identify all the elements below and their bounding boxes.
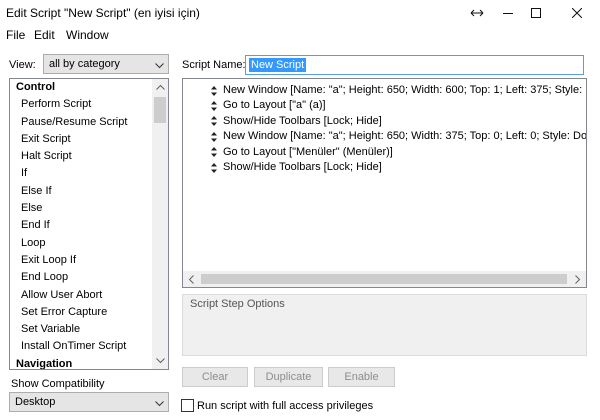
window-title: Edit Script "New Script" (en iyisi için) <box>6 6 200 20</box>
scroll-down-icon[interactable] <box>152 353 168 369</box>
scroll-right-icon[interactable] <box>570 271 586 287</box>
list-item[interactable]: End If <box>10 217 153 234</box>
list-item[interactable]: Exit Loop If <box>10 252 153 269</box>
list-item[interactable]: Halt Script <box>10 148 153 165</box>
drag-arrows-icon[interactable] <box>210 115 218 127</box>
script-name-value: New Script <box>249 58 307 72</box>
script-editor[interactable]: New Window [Name: "a"; Height: 650; Widt… <box>182 78 587 288</box>
list-item[interactable]: If <box>10 165 153 182</box>
drag-arrows-icon[interactable] <box>210 146 218 158</box>
title-bar: Edit Script "New Script" (en iyisi için) <box>0 0 600 26</box>
full-access-label: Run script with full access privileges <box>197 400 374 412</box>
list-item[interactable]: Else <box>10 200 153 217</box>
script-steps-items: Control Perform Script Pause/Resume Script… <box>10 79 153 369</box>
horizontal-scroll-thumb[interactable] <box>201 274 567 284</box>
script-step-row[interactable]: Go to Layout ["Menüler" (Menüler)] <box>223 145 393 160</box>
list-item[interactable]: Pause/Resume Script <box>10 114 153 131</box>
script-step-row[interactable]: Show/Hide Toolbars [Lock; Hide] <box>223 114 382 129</box>
list-item[interactable]: Perform Script <box>10 96 153 113</box>
vertical-scrollbar[interactable] <box>152 79 168 369</box>
script-step-options-label: Script Step Options <box>190 298 285 310</box>
list-item[interactable]: Else If <box>10 183 153 200</box>
compatibility-select[interactable]: Desktop <box>9 392 169 412</box>
view-select-value: all by category <box>49 58 120 70</box>
clear-button[interactable]: Clear <box>182 367 248 387</box>
list-item[interactable]: Exit Script <box>10 131 153 148</box>
chevron-down-icon <box>155 60 164 72</box>
close-button[interactable] <box>554 0 600 26</box>
chevron-down-icon <box>155 398 164 410</box>
list-item[interactable]: Set Variable <box>10 321 153 338</box>
list-category[interactable]: Control <box>10 79 153 96</box>
show-compatibility-label: Show Compatibility <box>11 378 105 390</box>
list-item[interactable]: Loop <box>10 235 153 252</box>
view-label: View: <box>9 59 36 71</box>
list-item[interactable]: Install OnTimer Script <box>10 338 153 355</box>
scroll-thumb[interactable] <box>154 97 166 123</box>
menu-edit[interactable]: Edit <box>34 28 55 42</box>
scroll-left-icon[interactable] <box>183 271 199 287</box>
scroll-up-icon[interactable] <box>152 79 168 95</box>
list-item[interactable]: End Loop <box>10 269 153 286</box>
list-item[interactable]: Allow User Abort <box>10 287 153 304</box>
drag-arrows-icon[interactable] <box>210 131 218 143</box>
script-step-row[interactable]: Show/Hide Toolbars [Lock; Hide] <box>223 160 382 175</box>
horizontal-scrollbar[interactable] <box>183 271 586 287</box>
menu-bar: File Edit Window <box>0 26 600 44</box>
maximize-button[interactable] <box>513 0 559 26</box>
full-access-checkbox[interactable] <box>181 399 194 412</box>
script-step-row[interactable]: New Window [Name: "a"; Height: 650; Widt… <box>223 129 586 144</box>
duplicate-button[interactable]: Duplicate <box>254 367 323 387</box>
list-item[interactable]: Set Error Capture <box>10 304 153 321</box>
script-step-row[interactable]: Go to Layout ["a" (a)] <box>223 98 326 113</box>
compatibility-select-value: Desktop <box>15 396 56 408</box>
script-name-label: Script Name: <box>182 59 246 71</box>
drag-arrows-icon[interactable] <box>210 162 218 174</box>
menu-window[interactable]: Window <box>66 28 109 42</box>
menu-file[interactable]: File <box>6 28 25 42</box>
list-category[interactable]: Navigation <box>10 356 153 369</box>
script-name-input[interactable]: New Script <box>245 55 584 75</box>
script-steps-list[interactable]: Control Perform Script Pause/Resume Script… <box>9 78 169 370</box>
view-select[interactable]: all by category <box>43 54 169 74</box>
script-step-options: Script Step Options <box>182 294 587 356</box>
enable-button[interactable]: Enable <box>328 367 395 387</box>
drag-arrows-icon[interactable] <box>210 85 218 97</box>
script-step-row[interactable]: New Window [Name: "a"; Height: 650; Widt… <box>223 83 586 98</box>
drag-arrows-icon[interactable] <box>210 100 218 112</box>
